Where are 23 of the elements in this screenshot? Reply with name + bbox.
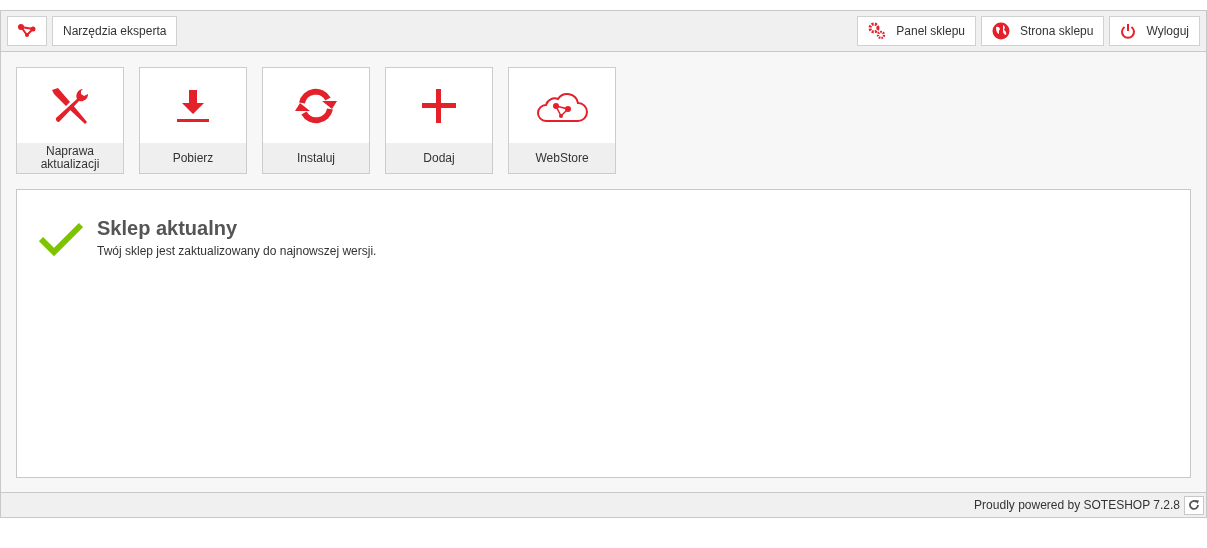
network-logo-icon [18,24,36,38]
gears-icon [868,22,887,40]
toolbar-button[interactable]: Wyloguj [1109,16,1200,46]
refresh-button[interactable] [1184,495,1204,515]
tile-button[interactable]: Instaluj [262,67,370,174]
status-message: Twój sklep jest zaktualizowany do najnowszej wersji. [97,243,377,260]
logo-button[interactable] [7,16,47,46]
toolbar-button[interactable]: Strona sklepu [981,16,1105,46]
plus-icon [422,88,456,123]
tools-icon [50,85,90,126]
power-icon [1120,22,1137,40]
tile-button[interactable]: WebStore [508,67,616,174]
globe-icon [992,22,1011,40]
toolbar-button[interactable]: Narzędzia eksperta [52,16,178,46]
tile-button[interactable]: Pobierz [139,67,247,174]
checkmark-icon [39,222,83,256]
footer-text: Proudly powered by SOTESHOP 7.2.8 [974,497,1180,514]
refresh-icon [1188,499,1200,511]
download-icon [176,87,210,124]
status-title: Sklep aktualny [97,216,239,240]
tile-button[interactable]: Naprawa aktualizacji [16,67,124,174]
tile-button[interactable]: Dodaj [385,67,493,174]
toolbar-button[interactable]: Panel sklepu [857,16,977,46]
